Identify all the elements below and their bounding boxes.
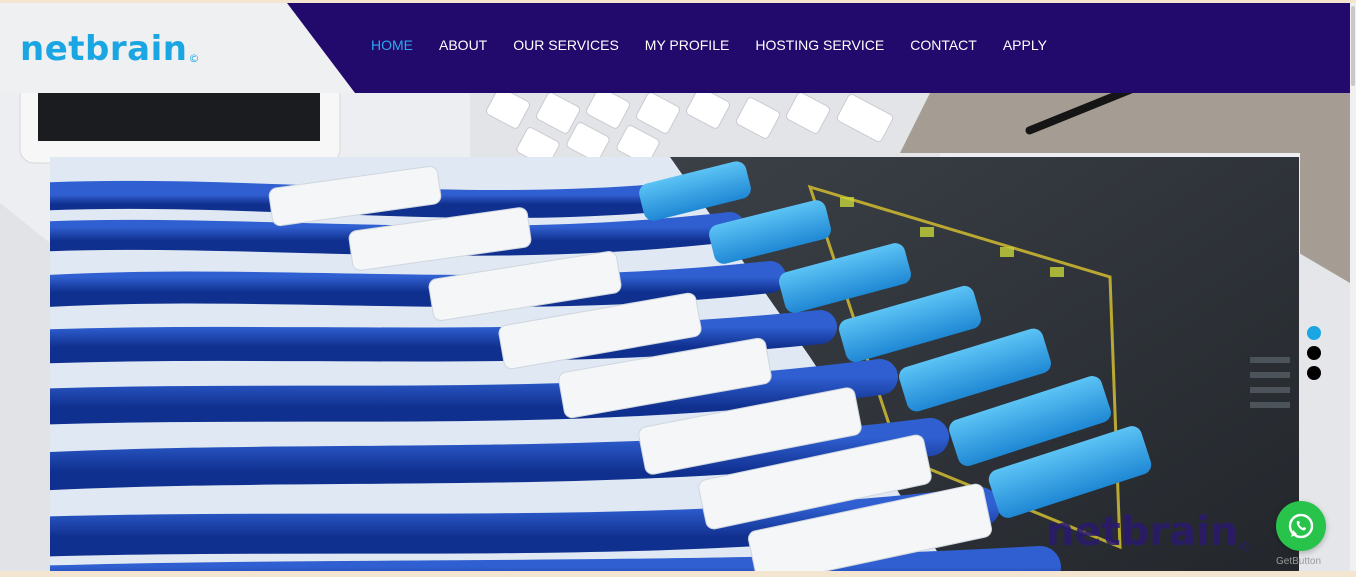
nav-about[interactable]: ABOUT <box>426 37 500 53</box>
slider-dot-3[interactable] <box>1307 366 1321 380</box>
slider-dot-2[interactable] <box>1307 346 1321 360</box>
page: netbrain© HOME ABOUT OUR SERVICES MY PRO… <box>0 3 1350 571</box>
getbutton-caption[interactable]: GetButton <box>1276 556 1321 567</box>
site-logo[interactable]: netbrain© <box>20 29 200 79</box>
watermark-registered-mark: © <box>1238 540 1252 555</box>
scrollbar-thumb[interactable] <box>1351 6 1355 86</box>
logo-text: netbrain <box>20 29 188 69</box>
watermark-logo: netbrain© <box>1046 510 1251 570</box>
main-nav-menu: HOME ABOUT OUR SERVICES MY PROFILE HOSTI… <box>358 37 1060 53</box>
slider-dot-1[interactable] <box>1307 326 1321 340</box>
nav-hosting-service[interactable]: HOSTING SERVICE <box>742 37 897 53</box>
whatsapp-chat-button[interactable] <box>1276 501 1326 551</box>
whatsapp-icon <box>1288 513 1314 539</box>
nav-our-services[interactable]: OUR SERVICES <box>500 37 632 53</box>
watermark-text: netbrain <box>1046 509 1239 555</box>
nav-home[interactable]: HOME <box>358 37 426 53</box>
page-scrollbar[interactable] <box>1350 3 1356 571</box>
slider-pagination <box>1307 326 1321 380</box>
nav-my-profile[interactable]: MY PROFILE <box>632 37 743 53</box>
nav-apply[interactable]: APPLY <box>990 37 1060 53</box>
nav-contact[interactable]: CONTACT <box>897 37 990 53</box>
logo-registered-mark: © <box>188 52 200 65</box>
